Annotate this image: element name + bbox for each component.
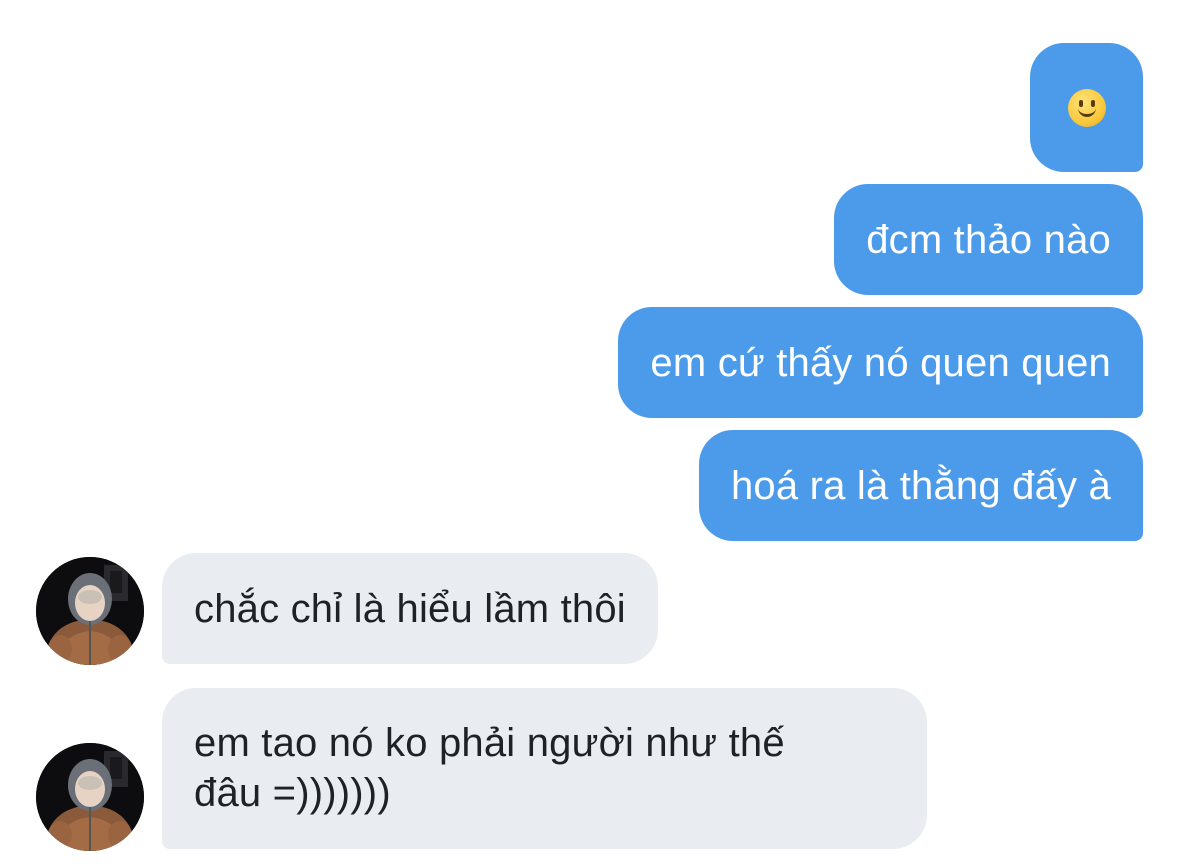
message-text: đcm thảo nào: [866, 217, 1111, 262]
avatar-photo: [36, 557, 144, 665]
slightly-smiling-face-icon: [1067, 88, 1106, 127]
avatar[interactable]: [36, 743, 144, 851]
outgoing-message[interactable]: em cứ thấy nó quen quen: [618, 307, 1143, 418]
message-text-line: em tao nó ko phải người như thế: [194, 721, 785, 765]
outgoing-message-emoji[interactable]: [1030, 43, 1143, 172]
message-text: chắc chỉ là hiểu lầm thôi: [194, 586, 626, 631]
message-text: hoá ra là thằng đấy à: [730, 463, 1111, 508]
message-text: em cứ thấy nó quen quen: [650, 340, 1111, 385]
avatar[interactable]: [36, 557, 144, 665]
chat-thread: đcm thảo nào em cứ thấy nó quen quen hoá…: [0, 0, 1179, 868]
avatar-photo: [36, 743, 144, 851]
outgoing-message[interactable]: đcm thảo nào: [834, 184, 1143, 295]
incoming-message[interactable]: chắc chỉ là hiểu lầm thôi: [162, 553, 658, 664]
incoming-message[interactable]: em tao nó ko phải người như thế đâu =)))…: [162, 688, 927, 849]
message-text-line: đâu =))))))): [194, 771, 391, 815]
outgoing-message[interactable]: hoá ra là thằng đấy à: [698, 430, 1143, 541]
